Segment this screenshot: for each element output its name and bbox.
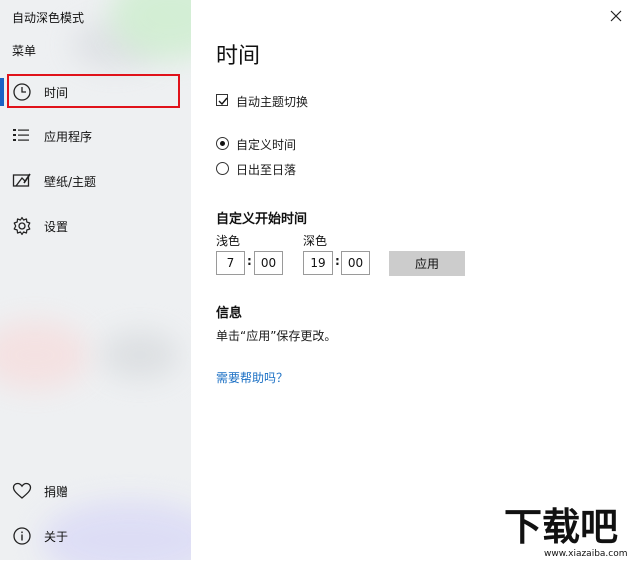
sidebar-item-label: 关于: [44, 530, 69, 544]
menu-label: 菜单: [12, 44, 37, 58]
sidebar-item-donate[interactable]: 捐赠: [0, 473, 191, 509]
app-title: 自动深色模式: [12, 11, 85, 25]
sidebar-item-time[interactable]: 时间: [0, 74, 191, 110]
watermark-logo-text: 下载吧: [504, 505, 618, 549]
auto-theme-label: 自动主题切换: [236, 95, 309, 109]
info-icon: [12, 526, 32, 546]
app-list-icon: [12, 126, 32, 146]
auto-theme-checkbox[interactable]: [216, 94, 228, 106]
sidebar: 自动深色模式 菜单 时间 应用程序 壁纸/主题 设置 捐赠 关于: [0, 0, 191, 560]
sidebar-item-label: 设置: [44, 220, 69, 234]
radio-button[interactable]: [216, 162, 229, 175]
site-watermark: 下载吧 www.xiazaiba.com: [502, 498, 640, 560]
app-window: 自动深色模式 菜单 时间 应用程序 壁纸/主题 设置 捐赠 关于 时间 自动主题…: [0, 0, 640, 560]
sidebar-item-label: 时间: [44, 86, 69, 100]
sidebar-acrylic-blur: [0, 320, 90, 390]
radio-selected-dot: [220, 141, 225, 146]
light-hour-input[interactable]: 7: [216, 251, 245, 275]
radio-label: 自定义时间: [236, 138, 297, 152]
apply-button[interactable]: 应用: [389, 251, 465, 276]
selection-highlight: [7, 74, 180, 108]
dark-hour-input[interactable]: 19: [303, 251, 333, 275]
radio-label: 日出至日落: [236, 163, 297, 177]
sidebar-item-about[interactable]: 关于: [0, 518, 191, 554]
time-separator: :: [335, 254, 340, 268]
watermark-url: www.xiazaiba.com: [544, 549, 628, 559]
sidebar-item-label: 壁纸/主题: [44, 175, 97, 189]
clock-icon: [12, 82, 32, 102]
close-icon: [606, 10, 626, 29]
checkmark-icon: [218, 97, 228, 106]
sidebar-item-apps[interactable]: 应用程序: [0, 118, 191, 154]
close-button[interactable]: [606, 6, 626, 26]
radio-button[interactable]: [216, 137, 229, 150]
light-minute-input[interactable]: 00: [254, 251, 283, 275]
sidebar-item-settings[interactable]: 设置: [0, 208, 191, 244]
sidebar-item-label: 应用程序: [44, 130, 93, 144]
sidebar-item-wallpaper[interactable]: 壁纸/主题: [0, 163, 191, 199]
active-indicator: [0, 78, 4, 106]
light-label: 浅色: [216, 234, 241, 248]
sidebar-item-label: 捐赠: [44, 485, 69, 499]
dark-label: 深色: [303, 234, 328, 248]
sidebar-acrylic-blur: [100, 330, 180, 380]
gear-icon: [12, 216, 32, 236]
page-title: 时间: [216, 44, 261, 69]
info-text: 单击“应用”保存更改。: [216, 329, 337, 343]
heart-icon: [12, 481, 32, 501]
dark-minute-input[interactable]: 00: [341, 251, 370, 275]
info-title: 信息: [216, 306, 243, 321]
time-separator: :: [247, 254, 252, 268]
custom-start-title: 自定义开始时间: [216, 212, 308, 227]
help-link[interactable]: 需要帮助吗？: [216, 369, 288, 386]
wallpaper-icon: [12, 171, 32, 191]
